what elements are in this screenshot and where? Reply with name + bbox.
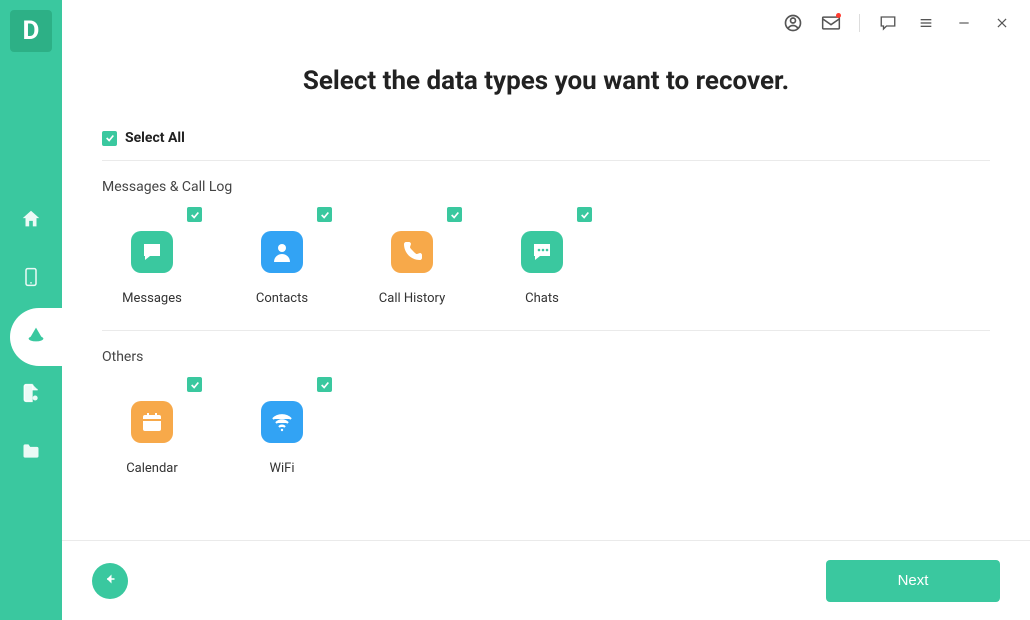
type-label: WiFi: [269, 461, 294, 476]
checkbox-calendar[interactable]: [187, 377, 202, 392]
checkbox-contacts[interactable]: [317, 207, 332, 222]
select-all-row[interactable]: Select All: [102, 130, 990, 161]
type-label: Call History: [379, 291, 445, 306]
section-title-messages: Messages & Call Log: [102, 179, 990, 195]
type-label: Contacts: [256, 291, 308, 306]
type-grid-others: Calendar WiFi: [102, 377, 990, 500]
type-label: Messages: [122, 291, 182, 306]
sidebar-item-home[interactable]: [0, 192, 62, 250]
footer: Next: [62, 540, 1030, 620]
sidebar-item-phone[interactable]: [0, 250, 62, 308]
type-item-messages[interactable]: Messages: [102, 207, 202, 306]
type-label: Chats: [525, 291, 559, 306]
checkbox-messages[interactable]: [187, 207, 202, 222]
type-item-contacts[interactable]: Contacts: [232, 207, 332, 306]
account-icon[interactable]: [783, 13, 803, 33]
phone-device-icon: [21, 267, 41, 291]
type-label: Calendar: [126, 461, 178, 476]
sidebar-item-cloud[interactable]: [10, 308, 62, 366]
chat-icon: [521, 231, 563, 273]
type-item-call-history[interactable]: Call History: [362, 207, 462, 306]
select-all-checkbox[interactable]: [102, 131, 117, 146]
close-button[interactable]: [992, 13, 1012, 33]
checkbox-call-history[interactable]: [447, 207, 462, 222]
type-item-wifi[interactable]: WiFi: [232, 377, 332, 476]
file-alert-icon: [21, 383, 41, 407]
folder-icon: [21, 441, 41, 465]
titlebar: [62, 0, 1030, 46]
sidebar-item-folder[interactable]: [0, 424, 62, 482]
contacts-icon: [261, 231, 303, 273]
next-button[interactable]: Next: [826, 560, 1000, 602]
sidebar-nav: [0, 192, 62, 482]
phone-icon: [391, 231, 433, 273]
minimize-button[interactable]: [954, 13, 974, 33]
arrow-left-icon: [101, 570, 119, 592]
content-area: Select the data types you want to recove…: [62, 46, 1030, 540]
section-title-others: Others: [102, 349, 990, 365]
type-item-chats[interactable]: Chats: [492, 207, 592, 306]
page-title: Select the data types you want to recove…: [102, 66, 990, 96]
checkbox-chats[interactable]: [577, 207, 592, 222]
checkbox-wifi[interactable]: [317, 377, 332, 392]
select-all-label: Select All: [125, 130, 185, 146]
sidebar: D: [0, 0, 62, 620]
mail-icon[interactable]: [821, 13, 841, 33]
main-panel: Select the data types you want to recove…: [62, 0, 1030, 620]
messages-icon: [131, 231, 173, 273]
home-icon: [20, 208, 42, 234]
calendar-icon: [131, 401, 173, 443]
wifi-icon: [261, 401, 303, 443]
titlebar-separator: [859, 14, 860, 32]
back-button[interactable]: [92, 563, 128, 599]
type-grid-messages: Messages Contacts: [102, 207, 990, 330]
notification-dot-icon: [836, 13, 841, 18]
section-divider: [102, 330, 990, 331]
cloud-icon: [25, 324, 47, 350]
app-logo: D: [10, 10, 52, 52]
app-logo-letter: D: [23, 16, 40, 46]
menu-icon[interactable]: [916, 13, 936, 33]
sidebar-item-files-alert[interactable]: [0, 366, 62, 424]
type-item-calendar[interactable]: Calendar: [102, 377, 202, 476]
feedback-icon[interactable]: [878, 13, 898, 33]
